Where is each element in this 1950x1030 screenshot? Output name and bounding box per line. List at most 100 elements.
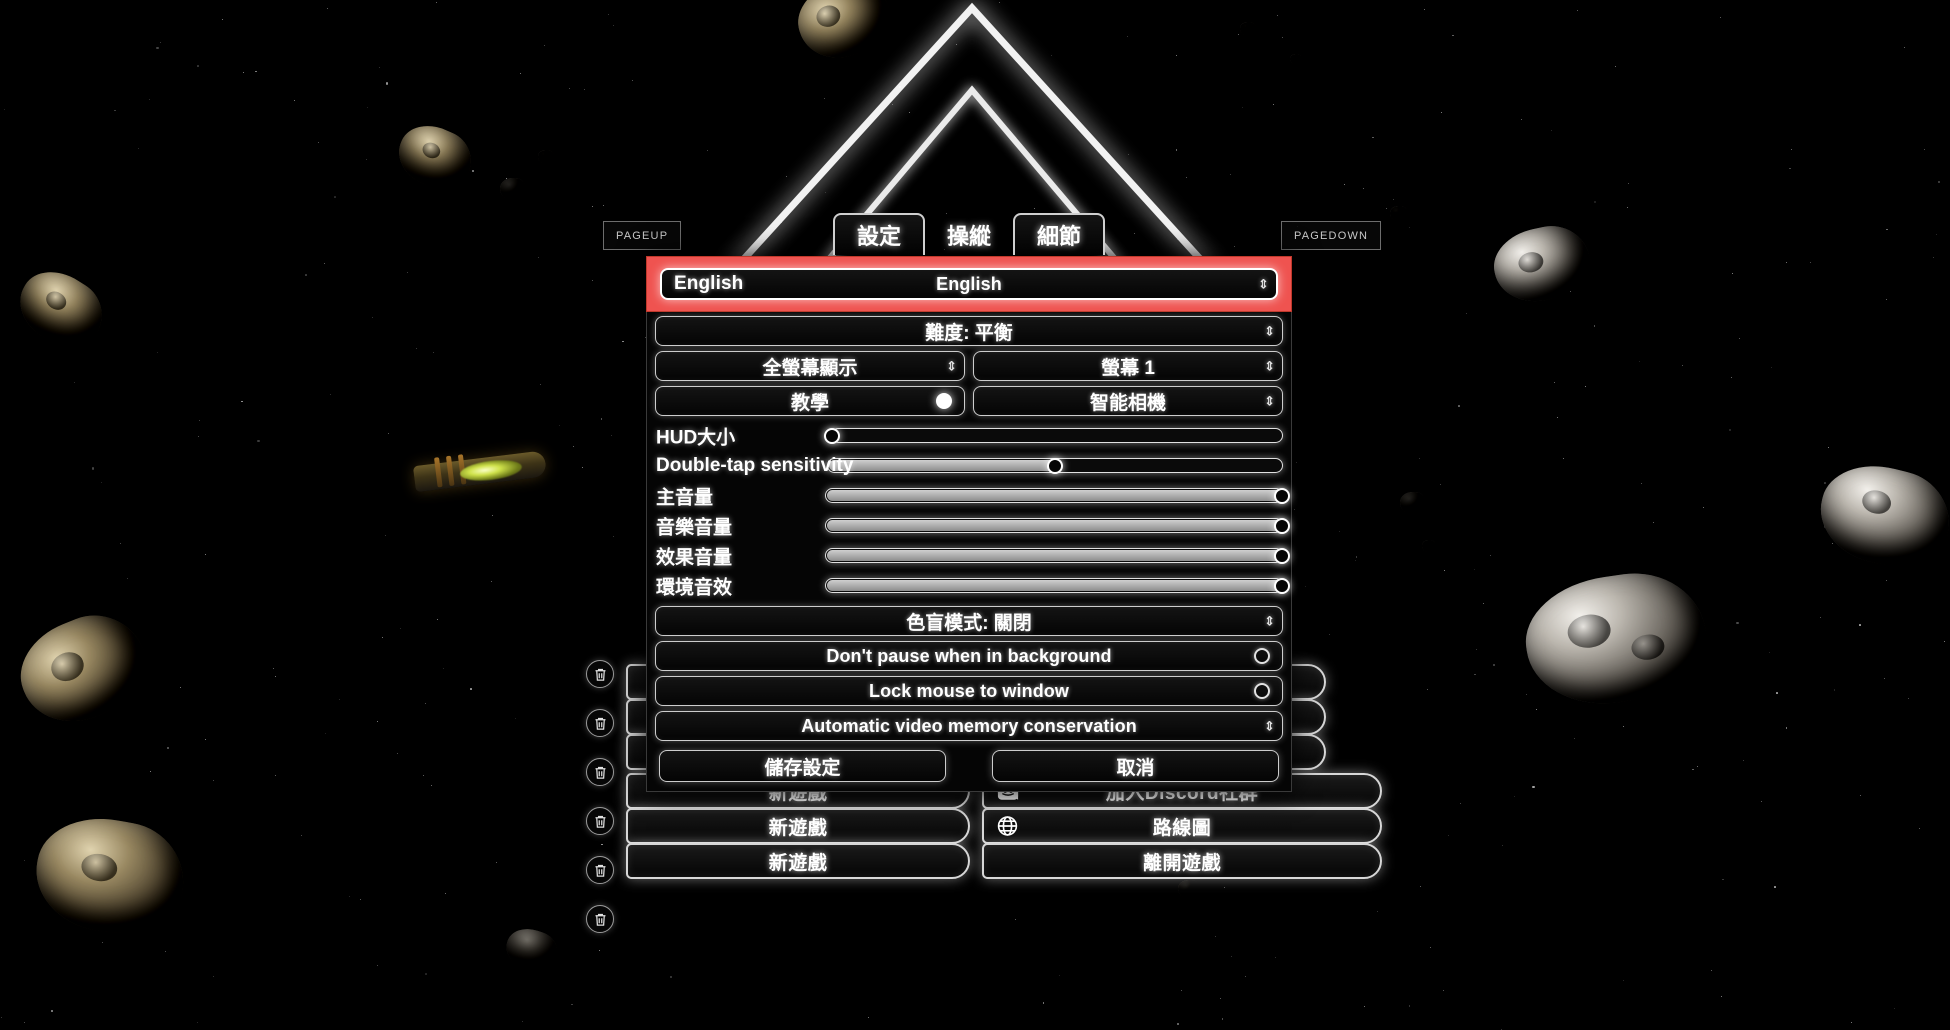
slider-row-hud-size: HUD大小 [655,421,1283,450]
slider-label: 效果音量 [656,547,733,568]
tab-label: 操縱 [947,224,992,249]
tutorial-row: 教學 智能相機 ⇕ [655,386,1283,416]
roadmap-button[interactable]: 路線圖 [982,808,1382,844]
tutorial-toggle[interactable]: 教學 [655,386,965,416]
dont-pause-row: Don't pause when in background [655,641,1283,671]
slider-knob[interactable] [1274,577,1290,594]
menu-button-label: 離開遊戲 [1142,852,1221,874]
monitor-label: 螢幕 1 [1101,357,1155,379]
slider-fill [827,520,1283,531]
language-dropdown[interactable]: English English ⇕ [660,268,1278,300]
trash-icon[interactable] [586,807,614,835]
chevron-updown-icon: ⇕ [946,358,957,374]
toggle-indicator-on [936,393,952,409]
lock-mouse-row: Lock mouse to window [655,676,1283,706]
display-mode-dropdown[interactable]: 全螢幕顯示 ⇕ [655,351,965,381]
slider-label: Double-tap sensitivity [656,454,854,476]
master-volume-slider[interactable] [825,487,1290,504]
trash-icon[interactable] [586,709,614,737]
trash-icon[interactable] [586,758,614,786]
globe-icon [996,815,1019,838]
difficulty-dropdown[interactable]: 難度: 平衡 ⇕ [655,316,1283,346]
trash-icon[interactable] [586,905,614,933]
slider-knob[interactable] [1274,487,1290,504]
tab-controls[interactable]: 操縱 [923,213,1015,255]
slider-label: 環境音效 [656,577,733,598]
pagedown-key-hint: PAGEDOWN [1281,221,1382,250]
menu-row: 新遊戲 離開遊戲 [626,843,1382,879]
auto-vram-label: Automatic video memory conservation [801,715,1137,736]
monitor-dropdown[interactable]: 螢幕 1 ⇕ [973,351,1283,381]
chevron-updown-icon: ⇕ [1264,393,1275,409]
slider-row-sfx-volume: 效果音量 [655,541,1290,570]
slider-knob[interactable] [1047,457,1063,474]
menu-row: 新遊戲 路線圖 [626,808,1382,844]
chevron-updown-icon: ⇕ [1264,358,1275,374]
slider-knob[interactable] [1274,547,1290,564]
hud-size-slider[interactable] [824,427,1283,444]
pageup-key-hint: PAGEUP [603,221,682,250]
language-value: English [936,273,1002,294]
toggle-indicator-off [1254,648,1270,664]
menu-button-label: 新遊戲 [768,817,828,839]
sfx-volume-slider[interactable] [825,547,1290,564]
delete-slot-column [586,660,614,933]
lock-mouse-label: Lock mouse to window [868,680,1069,701]
trash-icon[interactable] [586,856,614,884]
chevron-updown-icon: ⇕ [1258,276,1269,292]
smart-camera-dropdown[interactable]: 智能相機 ⇕ [973,386,1283,416]
slider-row-music-volume: 音樂音量 [655,511,1290,540]
slider-label: 主音量 [656,487,714,508]
trash-icon[interactable] [586,660,614,688]
menu-button-label: 路線圖 [1152,817,1212,839]
new-game-button[interactable]: 新遊戲 [626,808,970,844]
save-label: 儲存設定 [764,757,841,779]
slider-row-double-tap: Double-tap sensitivity [655,451,1283,480]
language-left-label: English [674,273,744,294]
colorblind-mode-dropdown[interactable]: 色盲模式: 關閉 ⇕ [655,606,1283,636]
chevron-updown-icon: ⇕ [1264,323,1275,339]
lock-mouse-toggle[interactable]: Lock mouse to window [655,676,1283,706]
tab-details[interactable]: 細節 [1013,213,1106,255]
dont-pause-toggle[interactable]: Don't pause when in background [655,641,1283,671]
slider-knob[interactable] [1274,517,1290,534]
menu-button-label: 新遊戲 [768,852,828,874]
toggle-indicator-off [1254,683,1270,699]
difficulty-label: 難度: 平衡 [925,322,1013,344]
colorblind-row: 色盲模式: 關閉 ⇕ [655,606,1283,636]
slider-row-master-volume: 主音量 [655,481,1290,510]
quit-game-button[interactable]: 離開遊戲 [982,843,1382,879]
settings-footer: 儲存設定 取消 [655,750,1283,783]
slider-fill [827,550,1283,561]
dont-pause-label: Don't pause when in background [826,645,1112,666]
language-row-highlight: English English ⇕ [647,257,1291,311]
chevron-updown-icon: ⇕ [1264,718,1275,734]
double-tap-sensitivity-slider[interactable] [827,457,1283,474]
settings-panel: English English ⇕ 難度: 平衡 ⇕ 全螢幕顯示 ⇕ 螢幕 1 … [646,256,1292,792]
smart-camera-label: 智能相機 [1089,392,1166,414]
music-volume-slider[interactable] [825,517,1290,534]
pageup-label: PAGEUP [616,230,669,242]
save-settings-button[interactable]: 儲存設定 [659,750,946,782]
cancel-button[interactable]: 取消 [992,750,1279,782]
slider-label: HUD大小 [656,427,736,448]
cancel-label: 取消 [1116,757,1155,779]
settings-tabs: 設定 操縱 細節 [833,213,1106,255]
slider-knob[interactable] [824,427,840,444]
auto-vram-dropdown[interactable]: Automatic video memory conservation ⇕ [655,711,1283,741]
display-mode-label: 全螢幕顯示 [762,357,858,379]
auto-vram-row: Automatic video memory conservation ⇕ [655,711,1283,741]
tab-label: 設定 [857,224,902,249]
slider-fill [827,580,1283,591]
new-game-button[interactable]: 新遊戲 [626,843,970,879]
pagedown-label: PAGEDOWN [1294,230,1369,242]
ambient-volume-slider[interactable] [825,577,1290,594]
tab-label: 細節 [1037,224,1082,249]
tab-settings[interactable]: 設定 [833,213,926,255]
slider-label: 音樂音量 [656,517,733,538]
slider-fill [827,490,1283,501]
difficulty-row: 難度: 平衡 ⇕ [655,316,1283,346]
chevron-updown-icon: ⇕ [1264,613,1275,629]
tutorial-label: 教學 [790,392,829,414]
colorblind-label: 色盲模式: 關閉 [906,612,1032,634]
